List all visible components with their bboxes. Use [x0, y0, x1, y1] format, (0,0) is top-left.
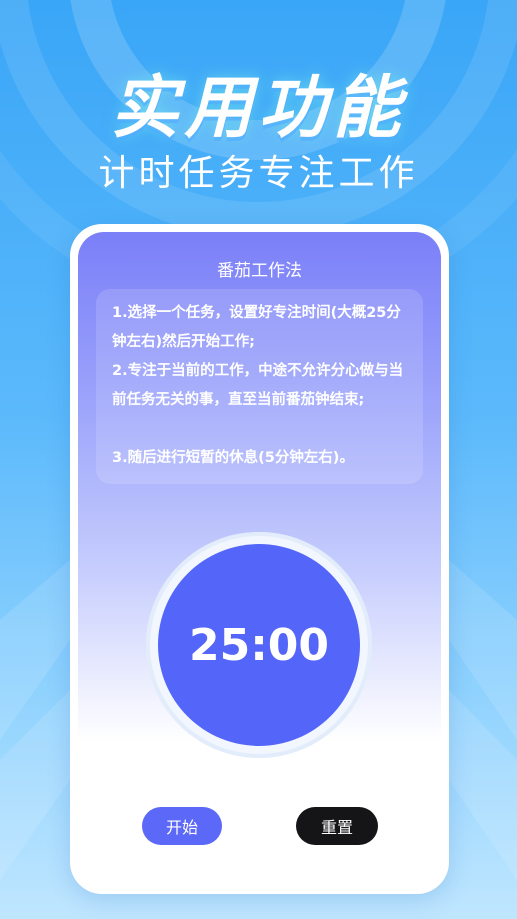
hero-title: 实用功能: [110, 69, 407, 148]
instruction-step-2: 2.专注于当前的工作，中途不允许分心做与当前任务无关的事，直至当前番茄钟结束;: [112, 363, 404, 408]
card-title: 番茄工作法: [217, 261, 302, 281]
start-button[interactable]: 开始: [142, 807, 222, 845]
hero-subtitle: 计时任务专注工作: [98, 153, 419, 194]
instruction-step-1: 1.选择一个任务，设置好专注时间(大概25分钟左右)然后开始工作;: [112, 305, 401, 350]
timer-display: 25:00: [188, 619, 330, 671]
instruction-step-3: 3.随后进行短暂的休息(5分钟左右)。: [112, 450, 354, 466]
instructions-box: 1.选择一个任务，设置好专注时间(大概25分钟左右)然后开始工作; 2.专注于当…: [96, 289, 423, 484]
reset-button[interactable]: 重置: [296, 807, 378, 845]
pomodoro-card: 番茄工作法 1.选择一个任务，设置好专注时间(大概25分钟左右)然后开始工作; …: [78, 232, 441, 886]
